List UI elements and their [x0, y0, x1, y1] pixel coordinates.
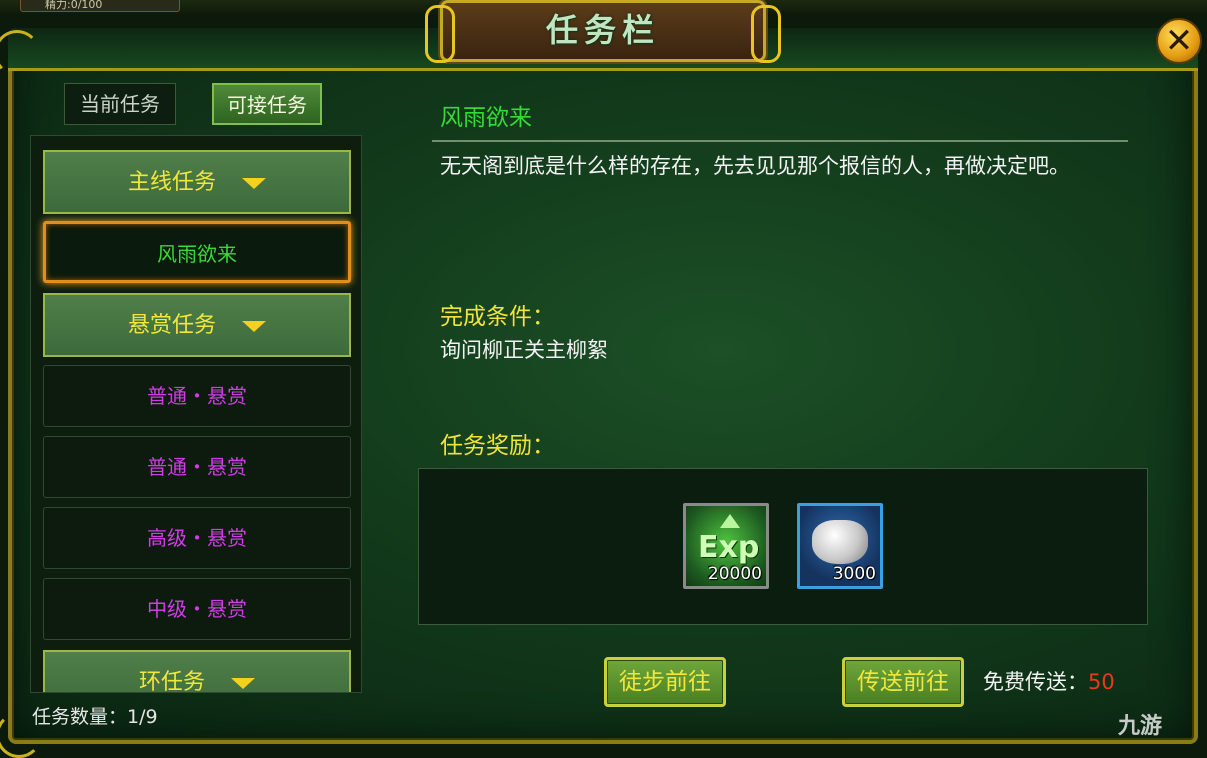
condition-label: 完成条件： [440, 304, 555, 330]
free-teleport-info: 免费传送：50 [983, 666, 1115, 696]
quest-title: 风雨欲来 [440, 105, 532, 131]
close-button[interactable]: ✕ [1156, 18, 1202, 64]
reward-amount: 20000 [707, 564, 762, 584]
quest-item-bounty[interactable]: 高级・悬赏 [43, 507, 351, 569]
tab-current-quests[interactable]: 当前任务 [64, 83, 176, 125]
category-bounty-quests[interactable]: 悬赏任务 [43, 293, 351, 357]
free-teleport-label: 免费传送： [983, 670, 1088, 694]
quest-count-label: 任务数量：1/9 [32, 706, 158, 728]
category-label: 主线任务 [127, 170, 216, 195]
close-icon: ✕ [1164, 21, 1194, 61]
divider [432, 140, 1128, 142]
exp-icon: Exp [698, 530, 760, 565]
up-arrow-icon [720, 514, 740, 528]
quest-item-bounty[interactable]: 普通・悬赏 [43, 436, 351, 498]
free-teleport-count: 50 [1088, 670, 1115, 694]
reward-silver-slot[interactable]: 3000 [797, 503, 883, 589]
chevron-down-icon [231, 677, 255, 689]
condition-text: 询问柳正关主柳絮 [440, 338, 608, 362]
tab-available-quests[interactable]: 可接任务 [212, 83, 322, 125]
category-ring-quests[interactable]: 环任务 [43, 650, 351, 693]
quest-description: 无天阁到底是什么样的存在，先去见见那个报信的人，再做决定吧。 [440, 154, 1070, 178]
reward-label: 任务奖励： [440, 433, 555, 459]
chevron-down-icon [242, 320, 266, 332]
category-main-quests[interactable]: 主线任务 [43, 150, 351, 214]
walk-to-button[interactable]: 徒步前往 [604, 657, 726, 707]
window-title: 任务栏 [545, 11, 660, 49]
quest-list-panel[interactable]: 主线任务 风雨欲来 悬赏任务 普通・悬赏 普通・悬赏 高级・悬赏 中级・悬赏 环… [30, 135, 362, 693]
silver-ingot-icon [812, 520, 868, 564]
title-plaque: 任务栏 [425, 0, 781, 63]
reward-amount: 3000 [832, 564, 876, 584]
watermark: 九游 [1118, 714, 1163, 739]
quest-item-selected[interactable]: 风雨欲来 [43, 221, 351, 283]
category-label: 环任务 [138, 670, 205, 693]
reward-box [418, 468, 1148, 625]
teleport-button[interactable]: 传送前往 [842, 657, 964, 707]
quest-item-bounty[interactable]: 普通・悬赏 [43, 365, 351, 427]
chevron-down-icon [242, 177, 266, 189]
stamina-readout: 精力:0/100 [20, 0, 180, 12]
reward-exp-slot[interactable]: Exp 20000 [683, 503, 769, 589]
quest-item-bounty[interactable]: 中级・悬赏 [43, 578, 351, 640]
category-label: 悬赏任务 [127, 313, 216, 338]
